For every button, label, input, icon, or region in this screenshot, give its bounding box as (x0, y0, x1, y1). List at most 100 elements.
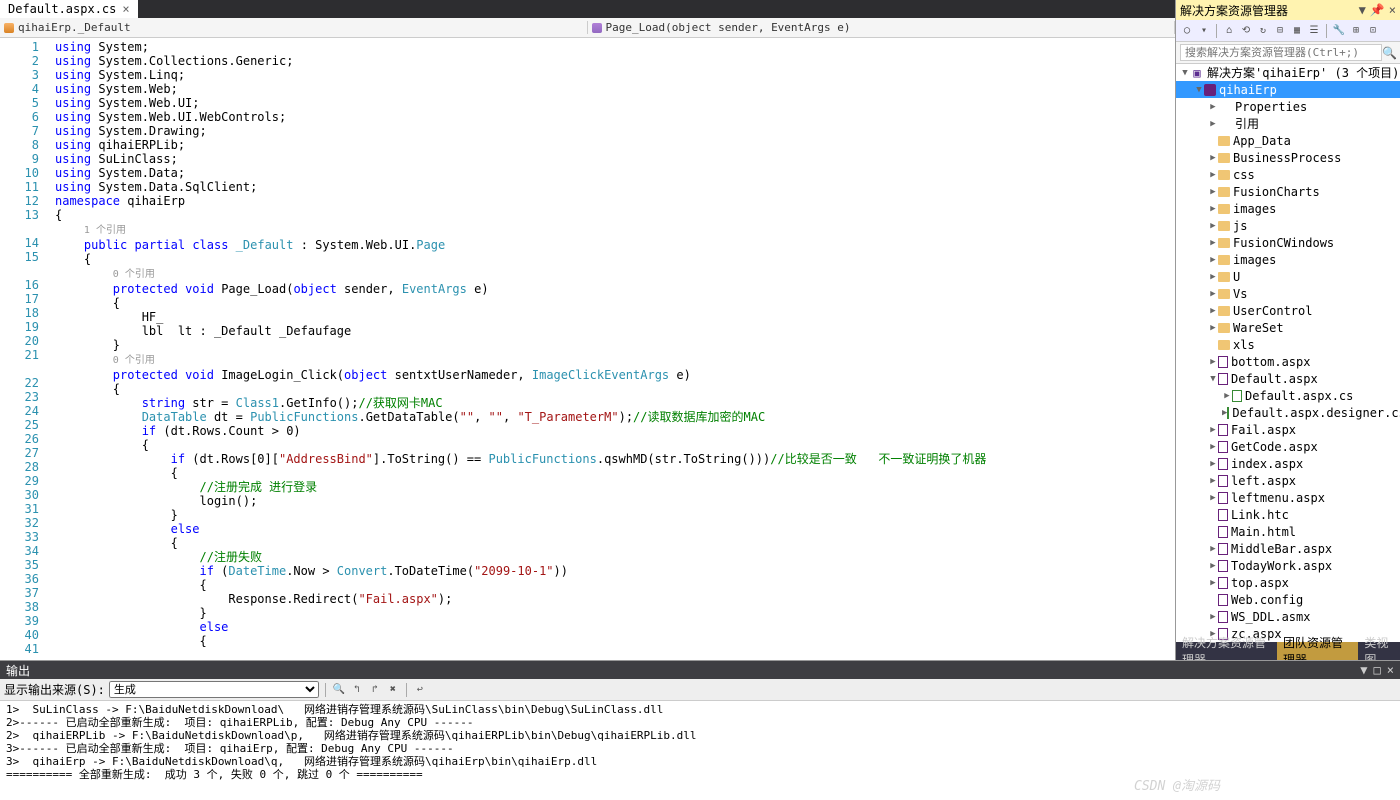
clear-icon[interactable]: ✖ (386, 683, 400, 697)
tree-node[interactable]: ▶GetCode.aspx (1176, 438, 1400, 455)
next-icon[interactable]: ↱ (368, 683, 382, 697)
expand-icon[interactable]: ▼ (1208, 374, 1218, 384)
tree-node[interactable]: ▶css (1176, 166, 1400, 183)
tree-node[interactable]: Link.htc (1176, 506, 1400, 523)
search-input[interactable] (1180, 44, 1382, 61)
tree-node[interactable]: ▶top.aspx (1176, 574, 1400, 591)
close-icon[interactable]: × (122, 2, 129, 16)
code-body[interactable]: using System;using System.Collections.Ge… (55, 38, 1175, 660)
nav-member-dropdown[interactable]: Page_Load(object sender, EventArgs e) (588, 21, 1176, 34)
wrap-icon[interactable]: ↩ (413, 683, 427, 697)
expand-icon[interactable]: ▶ (1208, 221, 1218, 231)
tree-node[interactable]: ▶Default.aspx.cs (1176, 387, 1400, 404)
show-all-icon[interactable]: ▦ (1290, 24, 1304, 38)
solution-root[interactable]: ▼ ▣ 解决方案'qihaiErp' (3 个项目) (1176, 64, 1400, 81)
expand-icon[interactable]: ▶ (1208, 289, 1218, 299)
tab-solution-explorer[interactable]: 解决方案资源管理器 (1176, 642, 1277, 660)
tree-node[interactable]: ▶FusionCWindows (1176, 234, 1400, 251)
expand-icon[interactable]: ▶ (1208, 119, 1218, 129)
tab-class-view[interactable]: 类视图 (1358, 642, 1400, 660)
maximize-icon[interactable]: □ (1374, 663, 1381, 677)
tree-node[interactable]: ▶Properties (1176, 98, 1400, 115)
fold-icon (1218, 136, 1230, 146)
tree-node[interactable]: ▶bottom.aspx (1176, 353, 1400, 370)
expand-icon[interactable]: ▶ (1208, 102, 1218, 112)
tree-node[interactable]: ▶WS_DDL.asmx (1176, 608, 1400, 625)
tree-node[interactable]: Main.html (1176, 523, 1400, 540)
tree-node[interactable]: ▶引用 (1176, 115, 1400, 132)
expand-icon[interactable]: ▶ (1208, 187, 1218, 197)
wrench-icon[interactable]: 🔧 (1332, 24, 1346, 38)
expand-icon[interactable]: ▶ (1208, 561, 1218, 571)
expand-icon[interactable]: ▶ (1208, 204, 1218, 214)
file-icon (1218, 475, 1228, 487)
tree-node[interactable]: ▶leftmenu.aspx (1176, 489, 1400, 506)
tree-node[interactable]: ▶WareSet (1176, 319, 1400, 336)
tree-node[interactable]: ▶Default.aspx.designer.cs (1176, 404, 1400, 421)
find-icon[interactable]: 🔍 (332, 683, 346, 697)
tree-node[interactable]: ▼qihaiErp (1176, 81, 1400, 98)
tree-node[interactable]: xls (1176, 336, 1400, 353)
output-source-select[interactable]: 生成 (109, 681, 319, 698)
tree-node[interactable]: ▶MiddleBar.aspx (1176, 540, 1400, 557)
tree-node[interactable]: ▶Fail.aspx (1176, 421, 1400, 438)
tree-node[interactable]: ▶FusionCharts (1176, 183, 1400, 200)
tree-node[interactable]: ▶Vs (1176, 285, 1400, 302)
nav-scope-dropdown[interactable]: qihaiErp._Default (0, 21, 588, 34)
tree-node[interactable]: Web.config (1176, 591, 1400, 608)
refresh-icon[interactable]: ↻ (1256, 24, 1270, 38)
dropdown-icon[interactable]: ▼ (1359, 3, 1366, 17)
home-icon[interactable]: ⌂ (1222, 24, 1236, 38)
expand-icon[interactable]: ▶ (1208, 578, 1218, 588)
code-area[interactable]: 1234567891011121314151617181920212223242… (0, 38, 1175, 660)
tree-node[interactable]: ▶BusinessProcess (1176, 149, 1400, 166)
expand-icon[interactable]: ▶ (1208, 493, 1218, 503)
fold-icon (1218, 272, 1230, 282)
tree-node[interactable]: ▶js (1176, 217, 1400, 234)
file-tab-default[interactable]: Default.aspx.cs × (0, 0, 138, 18)
tree-node[interactable]: ▶UserControl (1176, 302, 1400, 319)
tree-label: index.aspx (1231, 457, 1303, 471)
collapse-icon[interactable]: ⊟ (1273, 24, 1287, 38)
properties-icon[interactable]: ☰ (1307, 24, 1321, 38)
dropdown-icon[interactable]: ▼ (1360, 663, 1367, 677)
tree-node[interactable]: ▶images (1176, 251, 1400, 268)
expand-icon[interactable]: ▶ (1208, 476, 1218, 486)
close-icon[interactable]: × (1387, 663, 1394, 677)
expand-icon[interactable]: ▶ (1208, 272, 1218, 282)
expand-icon[interactable]: ▼ (1180, 68, 1190, 78)
tab-team-explorer[interactable]: 团队资源管理器 (1277, 642, 1358, 660)
expand-icon[interactable]: ▶ (1208, 357, 1218, 367)
expand-icon[interactable]: ▶ (1208, 459, 1218, 469)
expand-icon[interactable]: ▶ (1208, 612, 1218, 622)
search-icon[interactable]: 🔍 (1382, 46, 1396, 60)
tree-node[interactable]: ▼Default.aspx (1176, 370, 1400, 387)
tree-node[interactable]: App_Data (1176, 132, 1400, 149)
tree-node[interactable]: ▶images (1176, 200, 1400, 217)
expand-icon[interactable]: ▶ (1208, 442, 1218, 452)
tree-node[interactable]: ▶TodayWork.aspx (1176, 557, 1400, 574)
expand-icon[interactable]: ▶ (1208, 238, 1218, 248)
expand-icon[interactable]: ▶ (1208, 255, 1218, 265)
expand-icon[interactable]: ▶ (1222, 391, 1232, 401)
solution-root-label: 解决方案'qihaiErp' (3 个项目) (1207, 64, 1399, 81)
solution-tree[interactable]: ▼ ▣ 解决方案'qihaiErp' (3 个项目) ▼qihaiErp▶Pro… (1176, 64, 1400, 642)
tree-node[interactable]: ▶ index.aspx (1176, 455, 1400, 472)
view-icon[interactable]: ⊞ (1349, 24, 1363, 38)
close-icon[interactable]: × (1389, 3, 1396, 17)
expand-icon[interactable]: ▶ (1208, 170, 1218, 180)
pin-icon[interactable]: 📌 (1370, 3, 1385, 17)
tree-node[interactable]: ▶U (1176, 268, 1400, 285)
tree-node[interactable]: ▶left.aspx (1176, 472, 1400, 489)
prev-icon[interactable]: ↰ (350, 683, 364, 697)
back-icon[interactable]: ◯ (1180, 24, 1194, 38)
view2-icon[interactable]: ⊡ (1366, 24, 1380, 38)
forward-icon[interactable]: ▾ (1197, 24, 1211, 38)
expand-icon[interactable]: ▶ (1208, 425, 1218, 435)
sync-icon[interactable]: ⟲ (1239, 24, 1253, 38)
expand-icon[interactable]: ▶ (1208, 544, 1218, 554)
expand-icon[interactable]: ▶ (1208, 323, 1218, 333)
expand-icon[interactable]: ▶ (1208, 306, 1218, 316)
expand-icon[interactable]: ▼ (1194, 85, 1204, 95)
expand-icon[interactable]: ▶ (1208, 153, 1218, 163)
